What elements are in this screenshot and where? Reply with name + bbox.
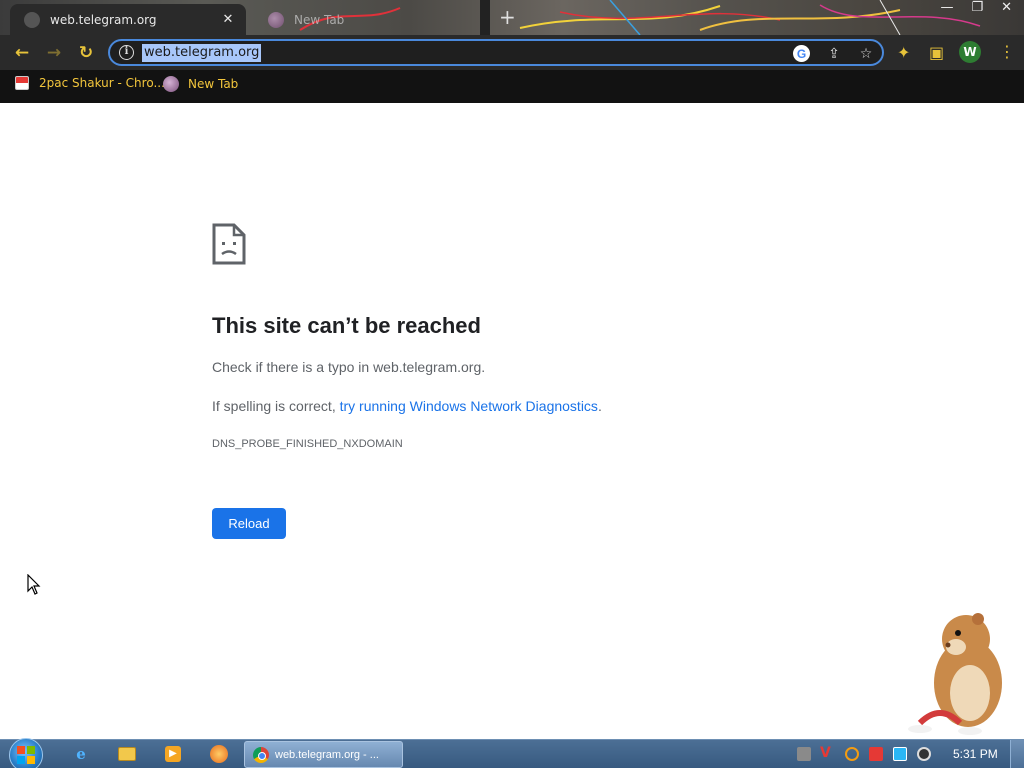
- reload-button[interactable]: Reload: [212, 508, 286, 539]
- bookmark-favicon-icon: [15, 76, 29, 90]
- restore-icon[interactable]: ❐: [971, 0, 983, 15]
- tray-network-icon[interactable]: [797, 747, 811, 761]
- new-tab-plus-icon[interactable]: +: [499, 6, 516, 28]
- tray-antivirus-icon[interactable]: V: [820, 745, 834, 761]
- bookmark-item[interactable]: 2pac Shakur - Chro...: [15, 76, 165, 90]
- bookmark-star-icon[interactable]: ☆: [857, 45, 875, 63]
- file-explorer-icon[interactable]: [116, 744, 138, 764]
- error-hint-diagnostics: If spelling is correct, try running Wind…: [212, 398, 602, 414]
- tab-new-tab[interactable]: New Tab: [256, 4, 481, 35]
- bookmark-favicon-icon: [163, 76, 179, 92]
- url-text[interactable]: web.telegram.org: [142, 44, 262, 62]
- bookmark-label: 2pac Shakur - Chro...: [39, 76, 165, 90]
- hamster-mascot-icon: [908, 613, 1002, 735]
- extensions-puzzle-icon[interactable]: ✦: [897, 43, 910, 62]
- sad-document-icon: [212, 223, 246, 265]
- tab-title: New Tab: [294, 12, 345, 27]
- show-desktop-button[interactable]: [1010, 740, 1024, 768]
- tab-favicon-icon: [268, 11, 284, 28]
- profile-avatar[interactable]: W: [959, 41, 981, 63]
- task-label: web.telegram.org - ...: [275, 748, 379, 761]
- internet-explorer-icon[interactable]: e: [70, 744, 92, 764]
- back-arrow-icon[interactable]: ←: [12, 43, 32, 63]
- tray-flag-icon[interactable]: [869, 747, 883, 761]
- browser-chrome: web.telegram.org ✕ New Tab + — ❐ ✕ ← → ↻…: [0, 0, 1024, 103]
- minimize-icon[interactable]: —: [940, 0, 953, 15]
- network-diagnostics-link[interactable]: try running Windows Network Diagnostics: [340, 398, 598, 414]
- toolbar: ← → ↻ i web.telegram.org G ⇪ ☆ ✦ ▣ W ⋮: [0, 35, 1024, 70]
- close-window-icon[interactable]: ✕: [1001, 0, 1012, 15]
- window-controls: — ❐ ✕: [940, 0, 1012, 15]
- menu-kebab-icon[interactable]: ⋮: [999, 42, 1015, 61]
- forward-arrow-icon[interactable]: →: [44, 43, 64, 63]
- reload-icon[interactable]: ↻: [76, 43, 96, 63]
- tray-search-icon[interactable]: [845, 747, 859, 761]
- error-hint-typo: Check if there is a typo in web.telegram…: [212, 359, 486, 375]
- tray-display-icon[interactable]: [893, 747, 907, 761]
- globe-icon: [24, 11, 40, 28]
- diagnostics-suffix: .: [597, 398, 602, 414]
- info-icon[interactable]: i: [119, 45, 134, 60]
- taskbar-clock[interactable]: 5:31 PM: [953, 747, 998, 761]
- error-code: DNS_PROBE_FINISHED_NXDOMAIN: [212, 438, 403, 450]
- address-bar[interactable]: i web.telegram.org G ⇪ ☆: [108, 39, 884, 66]
- google-lens-icon[interactable]: G: [793, 45, 810, 62]
- tab-telegram[interactable]: web.telegram.org ✕: [10, 4, 246, 35]
- side-panel-icon[interactable]: ▣: [929, 43, 944, 62]
- start-button[interactable]: [9, 738, 43, 768]
- chrome-icon: [253, 746, 269, 763]
- share-icon[interactable]: ⇪: [825, 45, 843, 63]
- page-content: This site can’t be reached Check if ther…: [0, 103, 1024, 739]
- media-player-icon[interactable]: ▶: [162, 744, 184, 764]
- error-title: This site can’t be reached: [212, 313, 481, 338]
- bookmark-label: New Tab: [188, 77, 239, 91]
- tab-title: web.telegram.org: [50, 12, 157, 27]
- bookmarks-bar: 2pac Shakur - Chro... New Tab: [0, 70, 1024, 103]
- bookmark-item[interactable]: New Tab: [163, 76, 238, 92]
- app-launcher-icon[interactable]: [208, 744, 230, 764]
- tray-volume-icon[interactable]: [917, 747, 931, 761]
- taskbar-chrome-window[interactable]: web.telegram.org - ...: [244, 741, 403, 768]
- windows-taskbar: e ▶ web.telegram.org - ... V 5:31 PM: [0, 738, 1024, 768]
- windows-logo-icon: [17, 746, 35, 764]
- diagnostics-prefix: If spelling is correct,: [212, 398, 340, 414]
- mouse-cursor-icon: [27, 574, 41, 595]
- close-icon[interactable]: ✕: [220, 12, 236, 27]
